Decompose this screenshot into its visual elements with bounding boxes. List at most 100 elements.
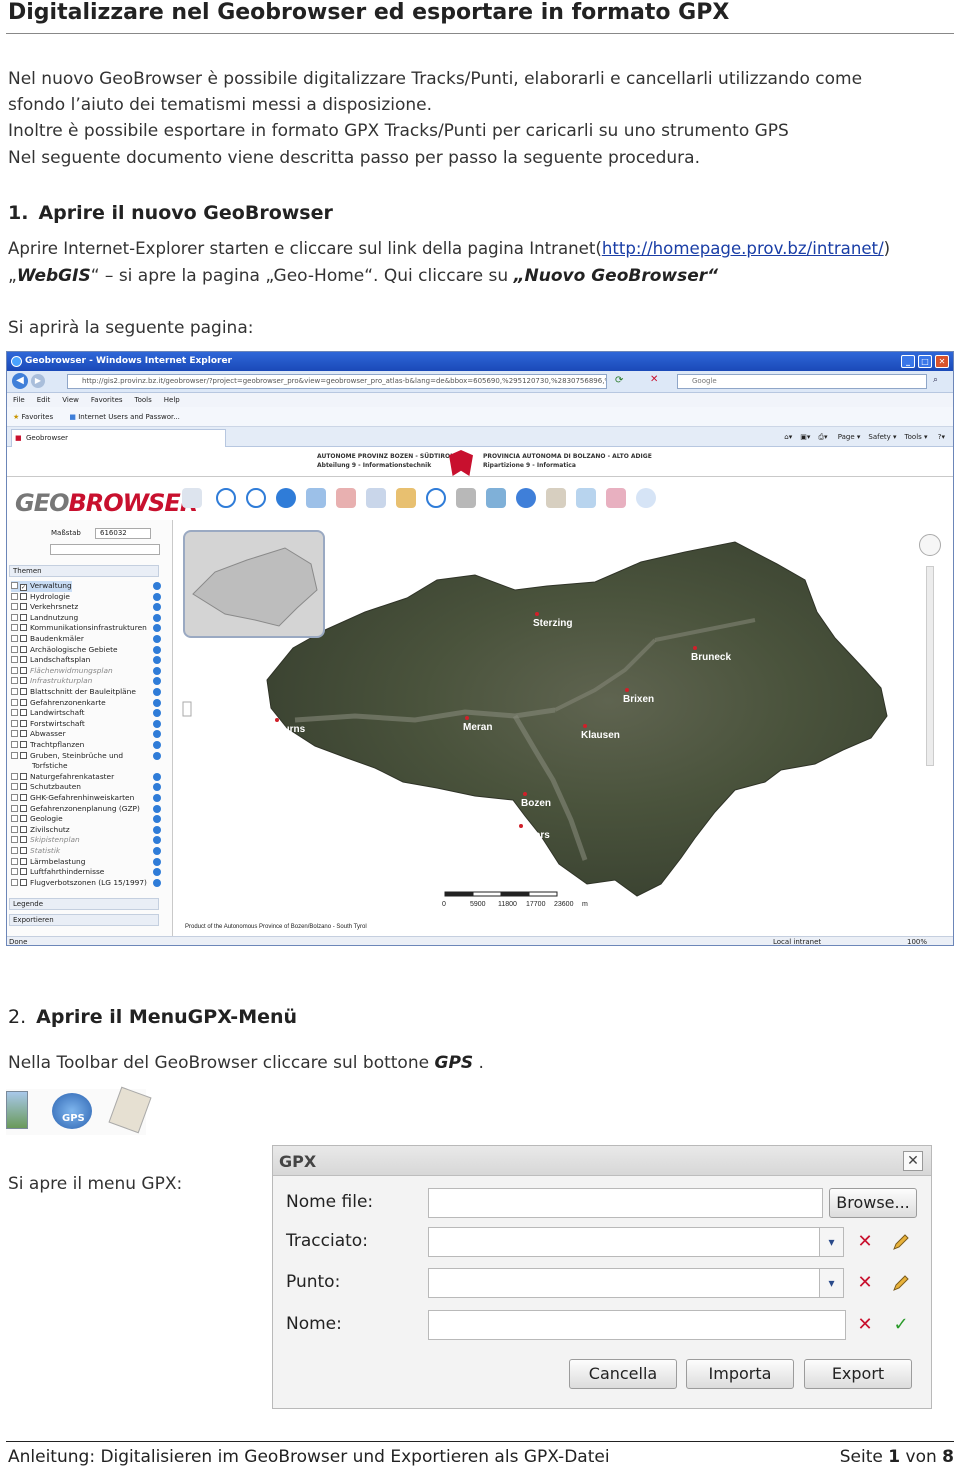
zoom-slider[interactable] [926, 566, 934, 766]
maximize-button[interactable]: □ [918, 355, 932, 368]
expand-icon[interactable] [11, 635, 18, 642]
menu-help[interactable]: Help [164, 396, 180, 404]
cmd-page[interactable]: Page ▾ [838, 433, 861, 441]
layer-checkbox[interactable] [20, 868, 27, 876]
expand-icon[interactable] [11, 666, 18, 674]
layer-checkbox[interactable] [20, 666, 27, 674]
layer-info-icon[interactable] [153, 592, 161, 601]
layer-checkbox[interactable] [20, 783, 27, 791]
layer-info-icon[interactable] [153, 688, 161, 696]
globe-icon[interactable] [426, 488, 446, 508]
layer-info-icon[interactable] [153, 677, 161, 686]
expand-icon[interactable] [11, 783, 18, 791]
cmd-safety[interactable]: Safety ▾ [868, 433, 896, 441]
menu-edit[interactable]: Edit [37, 396, 51, 404]
layer-item[interactable]: Statistik [11, 846, 60, 857]
layer-checkbox[interactable] [20, 751, 27, 759]
zoom-out-icon[interactable] [246, 488, 266, 508]
layer-checkbox[interactable] [20, 645, 27, 653]
tracciato-dropdown-icon[interactable]: ▾ [820, 1227, 844, 1257]
image-icon[interactable] [486, 488, 506, 508]
layer-checkbox[interactable] [20, 857, 27, 865]
expand-icon[interactable] [11, 741, 18, 748]
status-zoom[interactable]: 100% [907, 937, 927, 945]
zoom-in-icon[interactable] [216, 488, 236, 508]
legende-header[interactable]: Legende [9, 898, 159, 910]
layer-info-icon[interactable] [153, 719, 161, 728]
layer-info-icon[interactable] [153, 698, 161, 707]
close-button[interactable]: ✕ [935, 355, 949, 368]
menu-favorites[interactable]: Favorites [91, 396, 123, 404]
favorites-link[interactable]: Internet Users and Passwor... [78, 413, 180, 421]
punto-dropdown-icon[interactable]: ▾ [820, 1268, 844, 1298]
pan-hand-icon[interactable] [182, 488, 202, 508]
layer-info-icon[interactable] [153, 613, 161, 622]
layer-checkbox[interactable] [20, 878, 27, 886]
delete-track-icon[interactable]: ✕ [855, 1232, 875, 1252]
clear-icon[interactable] [606, 488, 626, 508]
cancella-button[interactable]: Cancella [569, 1359, 677, 1389]
collapse-sidebar-handle[interactable] [182, 701, 192, 717]
layer-info-icon[interactable] [153, 868, 161, 877]
minimize-button[interactable]: _ [901, 355, 915, 368]
expand-icon[interactable] [11, 582, 18, 589]
layer-info-icon[interactable] [153, 741, 161, 749]
edit-point-icon[interactable] [891, 1273, 911, 1293]
layer-checkbox[interactable] [20, 772, 27, 780]
expand-icon[interactable] [11, 709, 18, 717]
layer-checkbox[interactable] [20, 592, 27, 600]
favorites-button[interactable]: Favorites [22, 413, 54, 421]
menu-file[interactable]: File [13, 396, 25, 404]
menu-tools[interactable]: Tools [135, 396, 152, 404]
search-icon[interactable]: ⌕ [933, 375, 938, 385]
back-icon[interactable]: ◀ [12, 373, 28, 389]
layer-info-icon[interactable] [153, 730, 161, 739]
expand-icon[interactable] [11, 878, 18, 886]
erase-icon[interactable] [336, 488, 356, 508]
layer-item[interactable]: Forstwirtschaft [11, 719, 85, 730]
menu-view[interactable]: View [62, 396, 79, 404]
expand-icon[interactable] [11, 751, 18, 759]
layer-checkbox[interactable] [20, 624, 27, 632]
expand-icon[interactable] [11, 624, 18, 632]
layer-info-icon[interactable] [153, 709, 161, 718]
layer-item[interactable]: Schutzbauten [11, 782, 81, 793]
layer-item[interactable]: Hydrologie [11, 592, 70, 603]
overview-map[interactable] [183, 530, 325, 638]
gps-icon[interactable] [516, 488, 536, 508]
tracciato-select[interactable] [428, 1227, 820, 1257]
layer-checkbox[interactable] [20, 656, 27, 664]
layer-item[interactable]: Gruben, Steinbrüche und [11, 751, 123, 762]
search-field[interactable]: Google [677, 374, 927, 389]
layer-checkbox[interactable] [20, 635, 27, 642]
delete-name-icon[interactable]: ✕ [855, 1315, 875, 1335]
layer-item[interactable]: Baudenkmäler [11, 634, 84, 645]
layer-checkbox[interactable] [20, 847, 27, 854]
layer-item[interactable]: Abwasser [11, 729, 66, 740]
layer-tool-icon[interactable] [546, 488, 566, 508]
layer-checkbox[interactable] [20, 677, 27, 685]
close-icon[interactable]: ✕ [903, 1151, 923, 1171]
layer-checkbox[interactable] [20, 730, 27, 738]
forward-icon[interactable]: ▶ [31, 374, 45, 388]
expand-icon[interactable] [11, 794, 18, 801]
layer-item[interactable]: Kommunikationsinfrastrukturen [11, 623, 147, 634]
expand-icon[interactable] [11, 613, 18, 621]
expand-icon[interactable] [11, 847, 18, 854]
layer-item[interactable]: Flugverbotszonen (LG 15/1997) [11, 878, 147, 889]
expand-icon[interactable] [11, 730, 18, 738]
layer-checkbox[interactable] [20, 804, 27, 812]
layer-checkbox[interactable] [20, 815, 27, 823]
expand-icon[interactable] [11, 825, 18, 833]
delete-point-icon[interactable]: ✕ [855, 1273, 875, 1293]
layer-item[interactable]: Torfstiche [11, 761, 68, 772]
home-icon[interactable]: ⌂▾ [784, 433, 792, 441]
confirm-check-icon[interactable]: ✓ [891, 1315, 911, 1335]
layer-checkbox[interactable] [20, 688, 27, 695]
layer-item[interactable]: Landschaftsplan [11, 655, 90, 666]
expand-icon[interactable] [11, 677, 18, 685]
expand-icon[interactable] [11, 645, 18, 653]
print-icon[interactable]: ⎙▾ [818, 433, 827, 441]
help-circle-icon[interactable] [636, 488, 656, 508]
expand-icon[interactable] [11, 603, 18, 611]
